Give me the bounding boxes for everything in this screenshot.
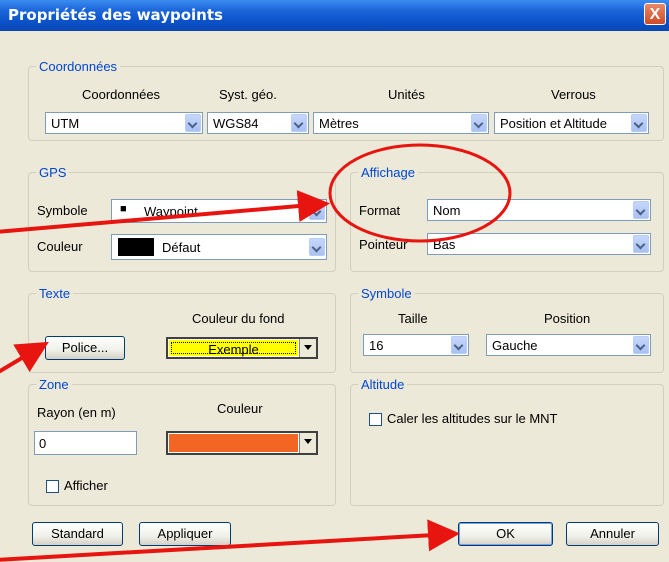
column-label-verrous: Verrous <box>551 87 596 102</box>
position-select[interactable]: Gauche <box>486 334 651 356</box>
title-bar[interactable]: Propriétés des waypoints X <box>0 0 669 31</box>
verrous-select-value: Position et Altitude <box>500 116 607 131</box>
column-label-coordonnees: Coordonnées <box>82 87 161 102</box>
zone-couleur-label: Couleur <box>217 401 263 416</box>
chevron-down-icon[interactable] <box>471 114 487 132</box>
close-button[interactable]: X <box>644 3 666 25</box>
chevron-down-icon[interactable] <box>185 114 201 132</box>
annuler-button[interactable]: Annuler <box>566 522 659 546</box>
group-affichage: Affichage Format Nom Pointeur Bas <box>350 165 664 272</box>
chevron-down-icon[interactable] <box>291 114 307 132</box>
couleur-swatch <box>118 238 154 256</box>
group-altitude: Altitude Caler les altitudes sur le MNT <box>350 377 664 506</box>
rayon-input-value: 0 <box>39 436 47 451</box>
caler-altitudes-label[interactable]: Caler les altitudes sur le MNT <box>387 411 558 426</box>
taille-select[interactable]: 16 <box>363 334 469 356</box>
afficher-checkbox[interactable] <box>46 480 59 493</box>
zone-color-swatch <box>169 434 298 452</box>
pointeur-label: Pointeur <box>359 237 408 252</box>
chevron-down-icon[interactable] <box>451 336 467 354</box>
group-symbole: Symbole Taille Position 16 Gauche <box>350 286 664 373</box>
group-zone-label: Zone <box>36 377 72 392</box>
chevron-down-icon[interactable] <box>631 114 647 132</box>
position-label: Position <box>544 311 591 326</box>
fond-color-swatch: Exemple <box>169 340 298 357</box>
gps-symbole-select[interactable]: ■ Waypoint <box>111 199 327 223</box>
group-zone: Zone Rayon (en m) Couleur 0 Afficher <box>28 377 336 506</box>
taille-label: Taille <box>398 311 428 326</box>
gps-couleur-select[interactable]: Défaut <box>111 234 327 260</box>
ok-button[interactable]: OK <box>458 522 553 546</box>
group-affichage-label: Affichage <box>358 165 418 180</box>
chevron-down-icon[interactable] <box>633 201 649 219</box>
window-title: Propriétés des waypoints <box>8 6 223 24</box>
rayon-label: Rayon (en m) <box>37 405 116 420</box>
standard-button[interactable]: Standard <box>32 522 123 546</box>
pointeur-select[interactable]: Bas <box>427 233 651 255</box>
syst-geo-select-value: WGS84 <box>213 116 259 131</box>
couleur-du-fond-label: Couleur du fond <box>192 311 285 326</box>
group-symbole-label: Symbole <box>358 286 415 301</box>
symbole-label: Symbole <box>37 203 88 218</box>
verrous-select[interactable]: Position et Altitude <box>494 112 649 134</box>
chevron-down-icon[interactable] <box>633 336 649 354</box>
chevron-down-icon[interactable] <box>309 202 325 220</box>
dropdown-arrow-icon[interactable] <box>299 339 316 357</box>
waypoint-symbol-icon: ■ <box>120 203 127 215</box>
pointeur-select-value: Bas <box>433 237 456 252</box>
gps-couleur-value: Défaut <box>162 240 201 255</box>
group-altitude-label: Altitude <box>358 377 408 392</box>
dialog-client-area: Coordonnées Coordonnées Syst. géo. Unité… <box>3 31 666 559</box>
unites-select[interactable]: Mètres <box>313 112 489 134</box>
chevron-down-icon[interactable] <box>633 235 649 253</box>
format-select[interactable]: Nom <box>427 199 651 221</box>
gps-symbole-value: Waypoint <box>144 204 198 219</box>
taille-select-value: 16 <box>369 338 384 353</box>
unites-select-value: Mètres <box>319 116 359 131</box>
column-label-unites: Unités <box>388 87 425 102</box>
couleur-label: Couleur <box>37 239 83 254</box>
position-select-value: Gauche <box>492 338 538 353</box>
column-label-syst-geo: Syst. géo. <box>219 87 277 102</box>
group-gps-label: GPS <box>36 165 70 180</box>
group-gps: GPS Symbole ■ Waypoint Couleur Défaut <box>28 165 336 272</box>
coordonnees-select-value: UTM <box>51 116 80 131</box>
zone-color-select[interactable] <box>166 431 318 455</box>
syst-geo-select[interactable]: WGS84 <box>207 112 309 134</box>
coordonnees-select[interactable]: UTM <box>45 112 203 134</box>
fond-color-select[interactable]: Exemple <box>166 337 318 359</box>
chevron-down-icon[interactable] <box>309 238 325 256</box>
police-button[interactable]: Police... <box>45 336 125 360</box>
fond-color-sample-text: Exemple <box>208 342 259 357</box>
rayon-input[interactable]: 0 <box>34 431 137 455</box>
group-texte-label: Texte <box>36 286 74 301</box>
caler-altitudes-checkbox[interactable] <box>369 413 382 426</box>
format-label: Format <box>359 203 401 218</box>
afficher-label[interactable]: Afficher <box>64 478 108 493</box>
group-coordonnees-label: Coordonnées <box>36 59 121 74</box>
dropdown-arrow-icon[interactable] <box>299 433 316 453</box>
format-select-value: Nom <box>433 203 461 218</box>
appliquer-button[interactable]: Appliquer <box>139 522 231 546</box>
group-coordonnees: Coordonnées Coordonnées Syst. géo. Unité… <box>28 59 664 141</box>
group-texte: Texte Couleur du fond Police... Exemple <box>28 286 336 373</box>
dialog-window: Propriétés des waypoints X Coordonnées C… <box>0 0 669 562</box>
